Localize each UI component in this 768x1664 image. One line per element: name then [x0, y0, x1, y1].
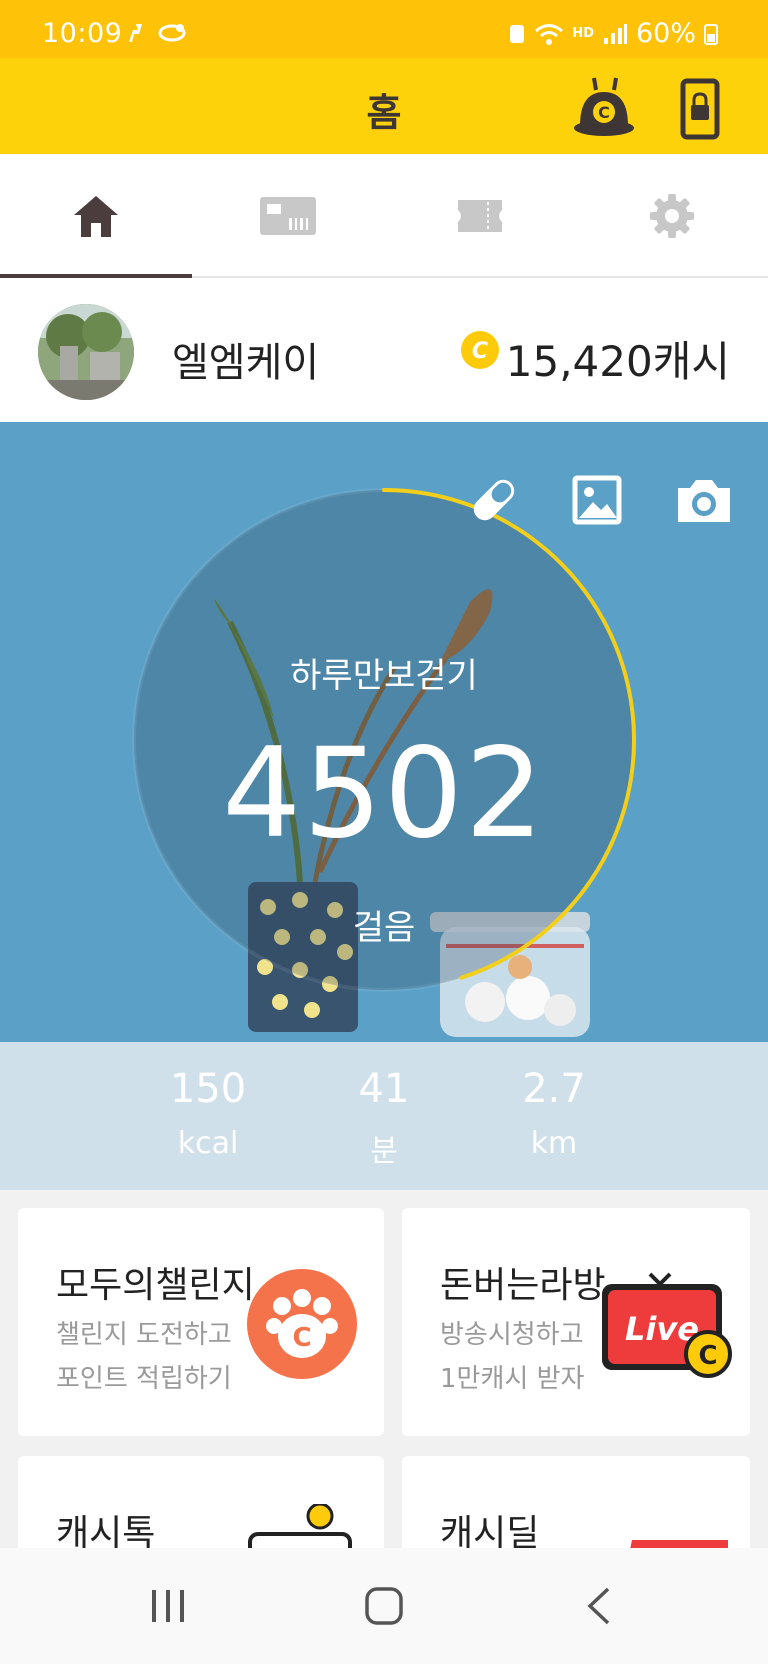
avatar[interactable] [38, 304, 134, 400]
card-challenge-line2: 포인트 적립하기 [56, 1364, 232, 1394]
card-challenge-title: 모두의챌린지 [56, 1265, 255, 1306]
tab-gift[interactable] [192, 154, 384, 278]
svg-text:C: C [292, 1323, 311, 1353]
system-nav-bar [0, 1548, 768, 1664]
tab-bar [0, 154, 768, 280]
username: 엘엠케이 [172, 340, 320, 386]
hd-voice-icon: HD [572, 26, 594, 41]
card-challenge-line1: 챌린지 도전하고 [56, 1320, 232, 1350]
step-goal-label: 하루만보걷기 [290, 656, 478, 696]
stat-calories-value: 150 [169, 1066, 247, 1112]
cash-character-button[interactable]: C [572, 76, 636, 140]
stat-minutes-value: 41 [358, 1066, 410, 1112]
app-bar: 홈 C [0, 58, 768, 154]
battery-icon [704, 23, 718, 45]
recent-apps-icon[interactable] [148, 1586, 188, 1626]
stat-distance: 2.7 km [484, 1066, 624, 1161]
coin-icon: C [461, 331, 499, 369]
home-icon [74, 196, 118, 237]
status-time: 10:09 [42, 18, 123, 49]
stat-distance-unit: km [530, 1126, 578, 1161]
stat-minutes: 41 분 [314, 1066, 454, 1170]
profile-row: 엘엠케이 C 15,420캐시 [0, 278, 768, 422]
camera-icon [678, 480, 730, 522]
wifi-icon [535, 23, 564, 45]
stat-distance-value: 2.7 [522, 1066, 586, 1112]
step-unit-label: 걸음 [352, 908, 416, 948]
battery-percent: 60% [635, 18, 696, 49]
card-challenge[interactable]: 모두의챌린지 챌린지 도전하고 포인트 적립하기 C [18, 1208, 384, 1436]
gear-icon [650, 194, 694, 238]
back-icon[interactable] [580, 1586, 620, 1626]
paw-coin-icon: C [247, 1269, 357, 1379]
card-live-line1: 방송시청하고 [440, 1320, 584, 1350]
card-live-line2: 1만캐시 받자 [440, 1364, 585, 1394]
image-icon [572, 475, 622, 525]
card-live-title: 돈버는라방 [440, 1265, 606, 1306]
avatar-photo [38, 304, 134, 400]
svg-text:C: C [472, 339, 488, 364]
live-tv-icon: Live C [602, 1272, 732, 1378]
tab-home[interactable] [0, 154, 192, 280]
svg-text:C: C [698, 1341, 717, 1371]
stat-minutes-unit: 분 [370, 1134, 398, 1169]
pill-icon [473, 479, 515, 521]
tab-ticket[interactable] [384, 154, 576, 278]
gift-card-icon [260, 197, 316, 235]
svg-text:C: C [598, 103, 610, 122]
notification-hand-icon [158, 24, 186, 42]
status-bar: 10:09 HD 60% [0, 0, 768, 58]
pill-button[interactable] [466, 472, 522, 528]
step-counter-panel: 하루만보걷기 4502 걸음 150 kcal 41 분 2.7 km [0, 422, 768, 1190]
page-title: 홈 [366, 91, 402, 135]
data-saver-icon [510, 24, 525, 43]
gallery-button[interactable] [569, 472, 625, 528]
cash-balance[interactable]: 15,420캐시 [506, 328, 730, 389]
camera-button[interactable] [674, 472, 730, 528]
ticket-icon [458, 200, 502, 232]
lockscreen-button[interactable] [680, 78, 720, 140]
phone-lock-icon [680, 78, 720, 140]
tab-settings[interactable] [576, 154, 768, 278]
step-count: 4502 [222, 722, 546, 866]
stat-calories: 150 kcal [138, 1066, 278, 1161]
cash-character-icon: C [574, 77, 634, 136]
home-nav-icon[interactable] [364, 1586, 404, 1626]
signal-icon [603, 23, 627, 44]
card-live[interactable]: 돈버는라방 방송시청하고 1만캐시 받자 Live C [402, 1208, 750, 1436]
notification-app-icon [129, 24, 142, 42]
stat-calories-unit: kcal [177, 1126, 239, 1161]
